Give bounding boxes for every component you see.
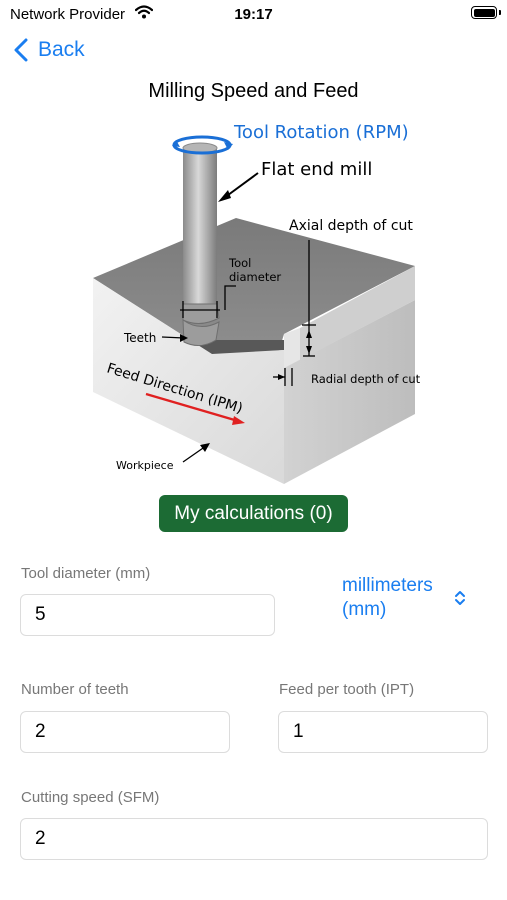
label-tool-diameter-1: Tool [228,256,251,270]
feed-per-tooth-field[interactable]: 1 [278,711,488,753]
label-tool-diameter-2: diameter [229,270,281,284]
label-radial-depth: Radial depth of cut [311,372,421,386]
label-workpiece: Workpiece [116,459,174,472]
number-of-teeth-field[interactable]: 2 [20,711,230,753]
page-title: Milling Speed and Feed [148,80,359,102]
label-flat-end-mill: Flat end mill [261,159,372,180]
milling-diagram: Tool Rotation (RPM) Flat end mill Axial … [88,118,428,490]
battery-icon [471,6,497,19]
clock: 19:17 [234,6,273,23]
label-tool-rotation: Tool Rotation (RPM) [233,122,409,143]
number-of-teeth-label: Number of teeth [21,681,129,698]
chevron-up-down-icon [455,591,465,605]
label-axial-depth: Axial depth of cut [289,218,413,234]
cutting-speed-label: Cutting speed (SFM) [21,789,160,806]
my-calculations-button[interactable]: My calculations (0) [159,495,348,532]
tool-diameter-field[interactable]: 5 [20,594,275,636]
tool-diameter-label: Tool diameter (mm) [21,565,151,582]
unit-picker[interactable]: millimeters (mm) [342,574,477,622]
cutting-speed-field[interactable]: 2 [20,818,488,860]
battery-tip [499,10,501,15]
back-button[interactable]: Back [14,38,85,62]
feed-per-tooth-label: Feed per tooth (IPT) [279,681,415,698]
status-bar: Network Provider 19:17 [0,0,507,28]
chevron-left-icon [14,38,28,62]
tool-shank [183,148,217,304]
label-teeth: Teeth [123,331,156,345]
back-label: Back [38,38,85,61]
